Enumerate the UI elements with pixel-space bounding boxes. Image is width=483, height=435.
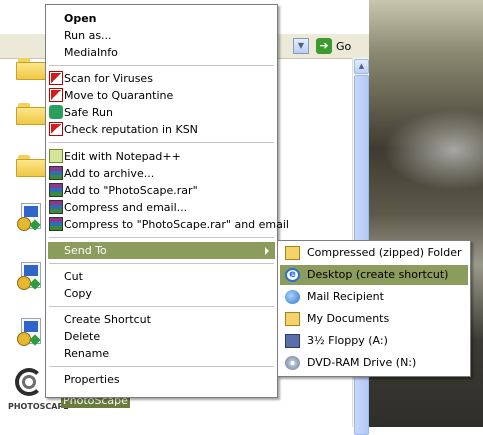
my-documents-icon: [285, 312, 300, 326]
mail-recipient-icon: [285, 290, 300, 304]
menu-item-label: Edit with Notepad++: [64, 150, 181, 163]
menu-item-label: Cut: [64, 270, 83, 283]
menu-item-label: Mail Recipient: [307, 290, 384, 303]
menu-item-label: Add to "PhotoScape.rar": [64, 184, 198, 197]
menu-separator: [49, 306, 274, 307]
menu-item-add-rar[interactable]: Add to "PhotoScape.rar": [48, 182, 275, 199]
menu-item-label: DVD-RAM Drive (N:): [307, 356, 417, 369]
submenu-arrow-icon: [265, 247, 269, 255]
menu-item-add-archive[interactable]: Add to archive...: [48, 165, 275, 182]
menu-item-label: Scan for Viruses: [64, 72, 153, 85]
menu-item-compress-rar-email[interactable]: Compress to "PhotoScape.rar" and email: [48, 216, 289, 233]
send-to-my-documents[interactable]: My Documents: [280, 309, 468, 329]
floppy-drive-icon: [285, 334, 300, 348]
menu-item-label: Run as...: [64, 29, 112, 42]
menu-item-delete[interactable]: Delete: [48, 328, 275, 345]
menu-item-check-reputation[interactable]: Check reputation in KSN: [48, 121, 275, 138]
menu-item-cut[interactable]: Cut: [48, 268, 275, 285]
menu-item-label: MediaInfo: [64, 46, 118, 59]
send-to-submenu: Compressed (zipped) Folder e Desktop (cre…: [277, 240, 471, 377]
menu-separator: [49, 366, 274, 367]
menu-item-label: Compress and email...: [64, 201, 188, 214]
menu-item-mediainfo[interactable]: MediaInfo: [48, 44, 275, 61]
menu-item-create-shortcut[interactable]: Create Shortcut: [48, 311, 275, 328]
send-to-mail-recipient[interactable]: Mail Recipient: [280, 287, 468, 307]
menu-item-label: Desktop (create shortcut): [307, 268, 449, 281]
menu-item-label: Copy: [64, 287, 92, 300]
notepad-plus-icon: [49, 149, 63, 163]
menu-item-label: Rename: [64, 347, 110, 360]
folder-icon[interactable]: [16, 103, 46, 125]
send-to-zip-folder[interactable]: Compressed (zipped) Folder: [280, 243, 468, 263]
setup-file-icon[interactable]: [17, 318, 43, 348]
winrar-icon: [49, 200, 63, 214]
menu-item-run-as[interactable]: Run as...: [48, 27, 275, 44]
send-to-desktop[interactable]: e Desktop (create shortcut): [280, 265, 468, 285]
safe-run-icon: [49, 105, 63, 119]
desktop-shortcut-icon: e: [285, 268, 300, 282]
folder-icon[interactable]: [16, 58, 46, 80]
menu-separator: [49, 263, 274, 264]
menu-item-label: 3½ Floppy (A:): [307, 334, 388, 347]
kaspersky-icon: [49, 88, 63, 102]
menu-item-properties[interactable]: Properties: [48, 371, 275, 388]
menu-item-label: Compressed (zipped) Folder: [307, 246, 462, 259]
send-to-dvd-drive[interactable]: DVD-RAM Drive (N:): [280, 353, 468, 373]
context-menu: Open Run as... MediaInfo Scan for Viruse…: [45, 4, 289, 398]
menu-item-move-quarantine[interactable]: Move to Quarantine: [48, 87, 275, 104]
menu-item-label: Send To: [64, 244, 107, 257]
menu-item-label: My Documents: [307, 312, 390, 325]
kaspersky-icon: [49, 71, 63, 85]
menu-item-label: Add to archive...: [64, 167, 155, 180]
menu-item-label: Properties: [64, 373, 120, 386]
menu-item-label: Compress to "PhotoScape.rar" and email: [64, 218, 289, 231]
setup-file-icon[interactable]: [17, 203, 43, 233]
menu-item-copy[interactable]: Copy: [48, 285, 275, 302]
go-arrow-icon: ➔: [316, 38, 332, 54]
photoscape-logo-text: PHOTOSCAPE: [8, 402, 69, 411]
winrar-icon: [49, 166, 63, 180]
dvd-drive-icon: [285, 356, 300, 370]
menu-item-edit-notepad[interactable]: Edit with Notepad++: [48, 148, 275, 165]
menu-item-label: Open: [64, 12, 97, 25]
menu-item-safe-run[interactable]: Safe Run: [48, 104, 275, 121]
menu-item-label: Delete: [64, 330, 101, 343]
address-dropdown-button[interactable]: ▼: [293, 38, 309, 54]
zip-folder-icon: [285, 246, 300, 260]
menu-item-scan-viruses[interactable]: Scan for Viruses: [48, 70, 275, 87]
menu-separator: [49, 237, 274, 238]
go-button[interactable]: ➔ Go: [316, 37, 351, 55]
send-to-floppy[interactable]: 3½ Floppy (A:): [280, 331, 468, 351]
menu-item-send-to[interactable]: Send To: [48, 242, 275, 259]
menu-item-label: Safe Run: [64, 106, 113, 119]
menu-item-open[interactable]: Open: [48, 10, 275, 27]
menu-item-label: Create Shortcut: [64, 313, 151, 326]
winrar-icon: [49, 183, 63, 197]
setup-file-icon[interactable]: [17, 262, 43, 292]
folder-icon[interactable]: [16, 155, 46, 177]
go-label: Go: [336, 39, 352, 53]
menu-item-label: Check reputation in KSN: [64, 123, 198, 136]
menu-item-label: Move to Quarantine: [64, 89, 174, 102]
menu-separator: [49, 142, 274, 143]
menu-item-rename[interactable]: Rename: [48, 345, 275, 362]
kaspersky-icon: [49, 122, 63, 136]
menu-separator: [49, 65, 274, 66]
winrar-icon: [49, 217, 63, 231]
scroll-up-button[interactable]: ▲: [354, 59, 369, 74]
menu-item-compress-email[interactable]: Compress and email...: [48, 199, 275, 216]
